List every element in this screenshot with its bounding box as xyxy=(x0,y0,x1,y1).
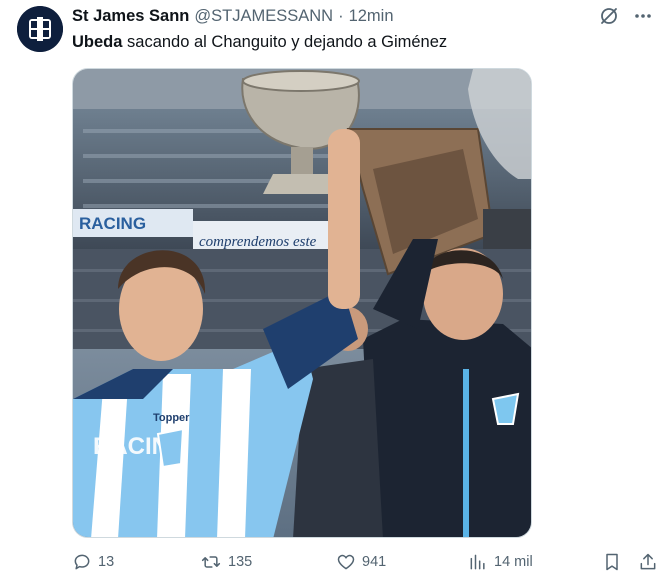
post-top-actions xyxy=(599,6,653,26)
author-avatar[interactable] xyxy=(17,6,63,52)
post-action-bar: 13 135 941 14 mil xyxy=(72,552,657,576)
banner-left: RACING xyxy=(79,214,146,233)
like-count: 941 xyxy=(362,554,387,570)
views-chart-icon xyxy=(470,554,485,570)
repost-icon xyxy=(201,556,221,568)
more-options-button[interactable] xyxy=(633,6,653,26)
author-name[interactable]: St James Sann xyxy=(72,7,189,26)
post-timestamp[interactable]: 12min xyxy=(349,7,394,26)
bookmark-icon xyxy=(606,553,618,571)
heart-icon xyxy=(337,554,355,570)
reply-icon xyxy=(74,554,90,570)
grok-button[interactable] xyxy=(599,6,619,26)
post-media[interactable]: RACING comprendemos este RACING Topper xyxy=(72,68,532,538)
views-button[interactable]: 14 mil xyxy=(468,552,533,572)
photo-players-trophy-icon: RACING comprendemos este RACING Topper xyxy=(73,69,531,537)
post-header: St James Sann @STJAMESSANN · 12min xyxy=(72,7,394,26)
post-text-bold: Ubeda xyxy=(72,33,123,51)
like-button[interactable]: 941 xyxy=(336,552,386,572)
reply-button[interactable]: 13 xyxy=(72,552,114,572)
post-text: Ubeda sacando al Changuito y dejando a G… xyxy=(72,33,447,52)
share-icon xyxy=(640,553,656,570)
banner-right: comprendemos este xyxy=(199,234,317,250)
club-crest-avatar-icon xyxy=(17,6,63,52)
author-handle[interactable]: @STJAMESSANN xyxy=(194,7,333,26)
views-count: 14 mil xyxy=(494,554,533,570)
more-icon xyxy=(635,14,651,18)
jersey-sponsor: Topper xyxy=(153,412,190,424)
separator-dot: · xyxy=(338,7,344,25)
post-text-rest: sacando al Changuito y dejando a Giménez xyxy=(122,33,448,51)
share-button[interactable] xyxy=(638,552,658,572)
grok-icon xyxy=(601,8,617,24)
reply-count: 13 xyxy=(98,554,115,570)
repost-button[interactable]: 135 xyxy=(200,552,252,572)
bookmark-button[interactable] xyxy=(602,552,622,572)
repost-count: 135 xyxy=(228,554,253,570)
